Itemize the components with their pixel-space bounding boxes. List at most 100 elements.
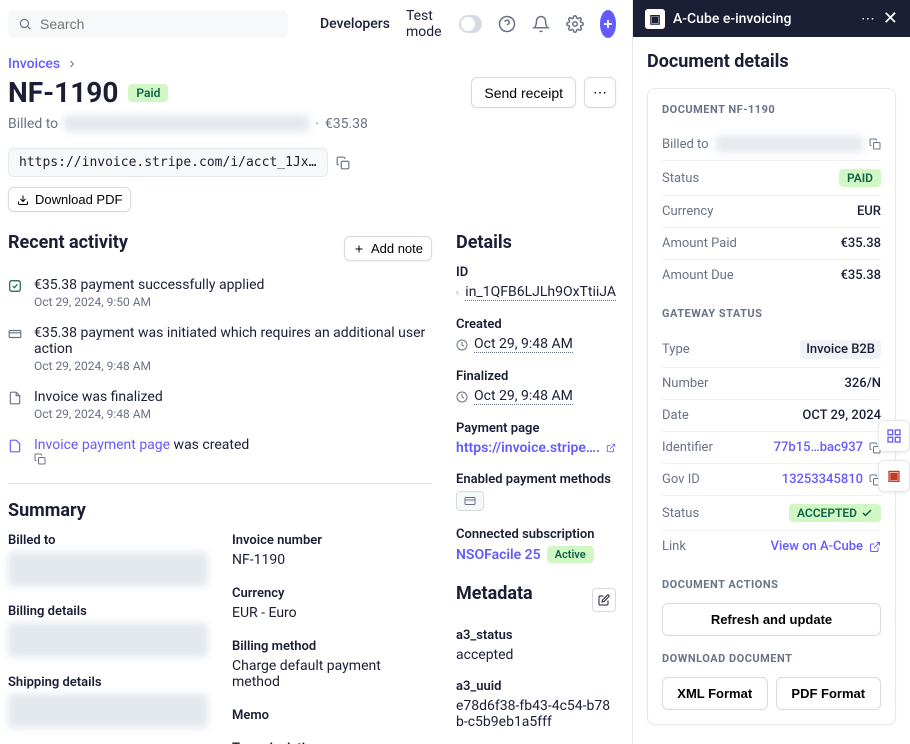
summary-shipping-details-label: Shipping details [8,675,208,690]
payment-icon [8,327,24,373]
settings-icon[interactable] [566,10,584,38]
activity-title: Invoice payment page was created [34,437,249,465]
topbar: Developers Test mode [8,8,616,40]
activity-title: €35.38 payment successfully applied [34,277,264,293]
link-icon [8,439,24,467]
document-icon [8,391,24,421]
search-icon [18,17,32,31]
chevron-right-icon [66,58,78,70]
details-payment-page-link[interactable]: https://invoice.stripe…. [456,440,600,456]
test-mode-label: Test mode [406,8,452,40]
metadata-a3-uuid-label: a3_uuid [456,679,616,694]
panel-doc-title: DOCUMENT NF-1190 [662,103,881,116]
panel-status-badge: PAID [839,169,881,187]
developers-link[interactable]: Developers [320,16,390,32]
summary-invoice-number-value: NF-1190 [232,552,432,568]
send-receipt-button[interactable]: Send receipt [471,77,576,108]
invoice-amount: €35.38 [325,116,368,132]
external-link-icon [606,442,616,454]
metadata-a3-status-value: accepted [456,647,616,663]
payment-page-link[interactable]: Invoice payment page [34,437,170,453]
check-icon [8,279,24,309]
refresh-update-button[interactable]: Refresh and update [662,603,881,636]
invoice-url[interactable]: https://invoice.stripe.com/i/acct_1JxAdd… [8,148,328,177]
xml-format-button[interactable]: XML Format [662,677,768,710]
activity-item: Invoice was finalized Oct 29, 2024, 9:48… [8,389,432,421]
details-heading: Details [456,232,616,253]
pdf-format-button[interactable]: PDF Format [776,677,882,710]
card-icon [456,491,484,511]
download-pdf-button[interactable]: Download PDF [8,187,131,212]
summary-billing-details-label: Billing details [8,604,208,619]
activity-time: Oct 29, 2024, 9:48 AM [34,359,432,373]
more-actions-button[interactable]: ⋯ [584,77,616,108]
billed-to-value: ████████ ████████ ████████ [64,115,309,132]
activity-time: Oct 29, 2024, 9:48 AM [34,407,163,421]
activity-title: €35.38 payment was initiated which requi… [34,325,432,357]
panel-identifier-link[interactable]: 77b15…bac937 [774,440,881,455]
search-input[interactable] [40,16,278,32]
clock-icon [456,339,468,351]
panel-close-icon[interactable]: ✕ [883,8,898,29]
billed-to-label: Billed to [8,116,58,132]
summary-memo-label: Memo [232,708,432,723]
details-id-label: ID [456,265,616,280]
details-payment-page-label: Payment page [456,421,616,436]
summary-currency-label: Currency [232,586,432,601]
copy-url-icon[interactable] [336,156,350,170]
activity-title: Invoice was finalized [34,389,163,405]
activity-item: €35.38 payment was initiated which requi… [8,325,432,373]
clock-icon [456,391,468,403]
summary-currency-value: EUR - Euro [232,605,432,621]
test-mode-toggle[interactable] [459,15,481,33]
summary-billing-method-label: Billing method [232,639,432,654]
breadcrumb: Invoices [8,56,616,72]
copy-icon[interactable] [34,453,249,465]
details-finalized-value: Oct 29, 9:48 AM [474,388,573,405]
panel-actions-title: DOCUMENT ACTIONS [662,578,881,591]
rail-qr-icon[interactable] [878,420,910,452]
panel-view-on-acube-link[interactable]: View on A-Cube [771,539,881,554]
panel-govid-link[interactable]: 13253345810 [782,472,881,487]
summary-billing-method-value: Charge default payment method [232,658,432,690]
test-mode-toggle-group: Test mode [406,8,482,40]
details-enabled-methods-label: Enabled payment methods [456,472,616,487]
external-link-icon [869,541,881,553]
edit-metadata-button[interactable] [592,588,616,612]
details-id-value[interactable]: in_1QFB6LJLh9OxTtiiJA [465,284,616,301]
rail-acube-icon[interactable]: ▣ [878,460,910,492]
metadata-heading: Metadata [456,583,533,604]
breadcrumb-invoices[interactable]: Invoices [8,56,60,72]
panel-gateway-title: GATEWAY STATUS [662,307,881,320]
panel-more-icon[interactable]: ⋯ [861,11,875,27]
summary-heading: Summary [8,500,432,521]
help-icon[interactable] [498,10,516,38]
details-finalized-label: Finalized [456,369,616,384]
page-title: NF-1190 [8,76,118,109]
activity-item: €35.38 payment successfully applied Oct … [8,277,432,309]
add-note-button[interactable]: Add note [344,236,432,261]
details-subscription-link[interactable]: NSOFacile 25 [456,547,541,563]
subscription-status-badge: Active [547,546,594,563]
status-badge: Paid [128,84,168,102]
panel-app-title: A-Cube e-invoicing [673,11,853,27]
panel-gateway-status-badge: ACCEPTED [789,504,881,522]
panel-download-title: DOWNLOAD DOCUMENT [662,652,881,665]
summary-invoice-number-label: Invoice number [232,533,432,548]
panel-heading: Document details [647,51,896,72]
details-created-label: Created [456,317,616,332]
copy-icon[interactable] [869,138,881,150]
acube-panel: ▣ A-Cube e-invoicing ⋯ ✕ Document detail… [632,0,910,744]
recent-activity-heading: Recent activity [8,232,128,253]
notifications-icon[interactable] [532,10,550,38]
create-button[interactable] [600,10,616,38]
activity-time: Oct 29, 2024, 9:50 AM [34,295,264,309]
details-subscription-label: Connected subscription [456,527,616,542]
activity-item: Invoice payment page was created [8,437,432,467]
metadata-a3-status-label: a3_status [456,628,616,643]
search-box[interactable] [8,10,288,38]
acube-logo: ▣ [645,9,665,29]
details-created-value: Oct 29, 9:48 AM [474,336,573,353]
plus-icon [353,243,365,255]
copy-icon[interactable] [456,287,459,299]
